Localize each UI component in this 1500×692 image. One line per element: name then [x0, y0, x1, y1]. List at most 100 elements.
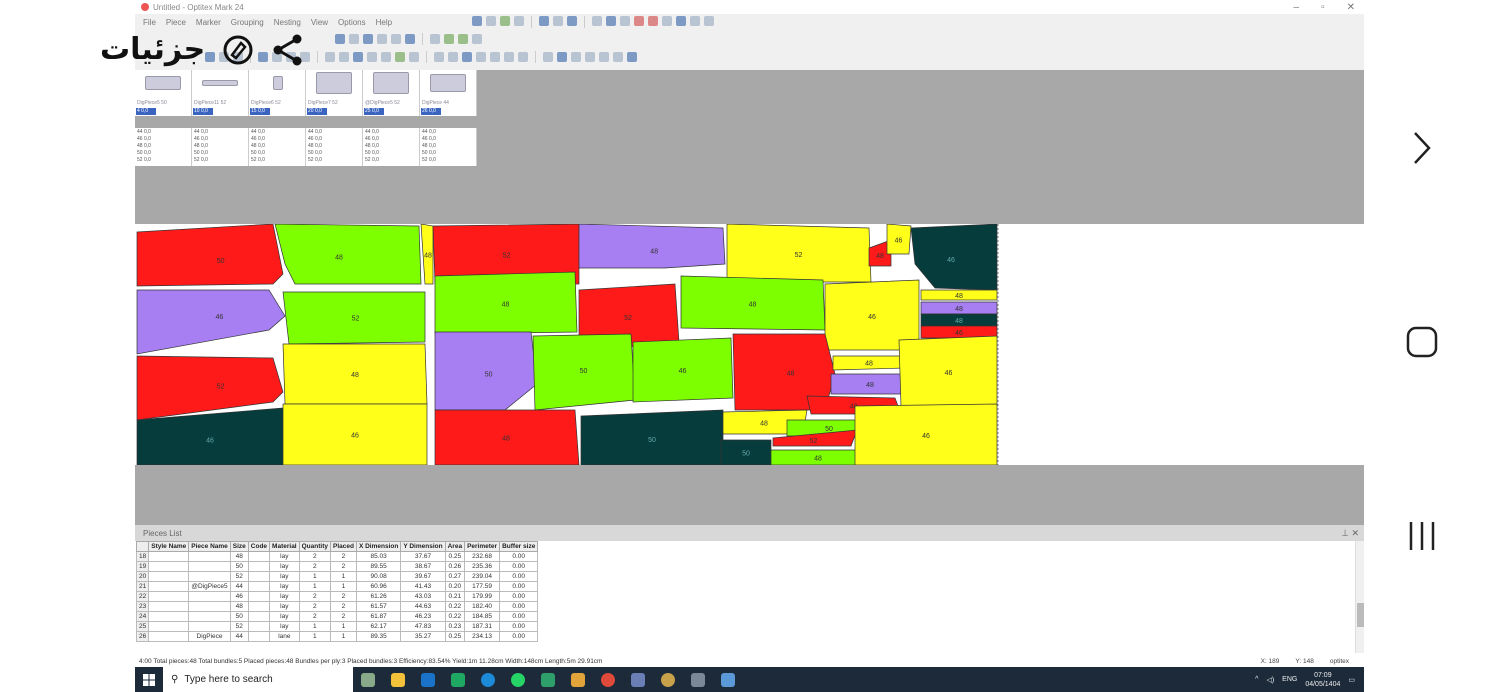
- toolbar-button[interactable]: [349, 34, 359, 44]
- chevron-right-icon[interactable]: [1402, 128, 1442, 168]
- toolbar-button[interactable]: [409, 52, 419, 62]
- minimize-icon[interactable]: –: [1294, 2, 1300, 13]
- column-header[interactable]: Area: [444, 541, 466, 552]
- column-header[interactable]: Material: [269, 541, 300, 552]
- piece-thumbnail[interactable]: DigPiece7 52 20 0,0: [306, 70, 363, 116]
- size-column[interactable]: 44 0,0 46 0,0 48 0,0 50 0,0 52 0,0: [306, 128, 363, 166]
- table-row[interactable]: 24 50 lay 2 2 61.87 46.23 0.22 184.85 0.00: [135, 611, 539, 622]
- toolbar-button[interactable]: [606, 16, 617, 26]
- size-column[interactable]: 44 0,0 46 0,0 48 0,0 50 0,0 52 0,0: [135, 128, 192, 166]
- column-header[interactable]: Placed: [330, 541, 357, 552]
- table-row[interactable]: 26 DigPiece 44 lane 1 1 89.35 35.27 0.25 234.13 0.…: [135, 631, 539, 642]
- piece-thumbnail[interactable]: DigPiece6 52 15 0,0: [249, 70, 306, 116]
- toolbar-button[interactable]: [543, 52, 553, 62]
- toolbar-button[interactable]: [363, 34, 373, 44]
- column-header[interactable]: Quantity: [298, 541, 332, 552]
- excel-icon[interactable]: [451, 672, 465, 687]
- toolbar-button[interactable]: [486, 16, 497, 26]
- home-icon[interactable]: [1402, 322, 1442, 362]
- whatsapp-icon[interactable]: [511, 672, 525, 687]
- toolbar-button[interactable]: [690, 16, 701, 26]
- app-icon-blue[interactable]: [721, 672, 735, 687]
- toolbar-button[interactable]: [448, 52, 458, 62]
- menu-file[interactable]: File: [143, 18, 156, 27]
- chrome-icon[interactable]: [601, 672, 615, 687]
- toolbar-button[interactable]: [353, 52, 363, 62]
- column-header[interactable]: Y Dimension: [400, 541, 446, 552]
- size-column[interactable]: 44 0,0 46 0,0 48 0,0 50 0,0 52 0,0: [249, 128, 306, 166]
- taskbar-search[interactable]: ⚲ Type here to search: [163, 667, 353, 692]
- toolbar-button[interactable]: [648, 16, 659, 26]
- table-row[interactable]: 18 48 lay 2 2 85.03 37.67 0.25 232.68 0.00: [135, 551, 539, 562]
- toolbar-button[interactable]: [539, 16, 550, 26]
- toolbar-button[interactable]: [335, 34, 345, 44]
- table-row[interactable]: 23 48 lay 2 2 61.57 44.63 0.22 182.40 0.00: [135, 601, 539, 612]
- optitex-taskbar-icon[interactable]: [631, 672, 645, 687]
- toolbar-button[interactable]: [405, 34, 415, 44]
- calculator-icon[interactable]: [691, 672, 705, 687]
- piece-thumbnail[interactable]: DigPiece11 52 10 0,0: [192, 70, 249, 116]
- toolbar-button[interactable]: [599, 52, 609, 62]
- toolbar-button[interactable]: [585, 52, 595, 62]
- size-column[interactable]: 44 0,0 46 0,0 48 0,0 50 0,0 52 0,0: [420, 128, 477, 166]
- toolbar-button[interactable]: [325, 52, 335, 62]
- toolbar-button[interactable]: [514, 16, 525, 26]
- toolbar-button[interactable]: [391, 34, 401, 44]
- column-header[interactable]: Code: [247, 541, 271, 552]
- table-row[interactable]: 22 46 lay 2 2 61.26 43.03 0.21 179.99 0.00: [135, 591, 539, 602]
- edit-badge-icon[interactable]: [221, 33, 255, 67]
- toolbar-button[interactable]: [634, 16, 645, 26]
- menu-grouping[interactable]: Grouping: [231, 18, 264, 27]
- menu-view[interactable]: View: [311, 18, 328, 27]
- toolbar-button[interactable]: [620, 16, 631, 26]
- toolbar-button[interactable]: [557, 52, 567, 62]
- toolbar-button[interactable]: [613, 52, 623, 62]
- volume-icon[interactable]: ◁): [1266, 676, 1274, 684]
- marker-piece-5[interactable]: [578, 224, 726, 269]
- app-icon-green[interactable]: [541, 672, 555, 687]
- chevron-up-icon[interactable]: ^: [1255, 676, 1258, 683]
- pin-icon[interactable]: ⊥: [1341, 528, 1349, 538]
- column-header[interactable]: X Dimension: [355, 541, 402, 552]
- toolbar-button[interactable]: [458, 34, 468, 44]
- toolbar-button[interactable]: [567, 16, 578, 26]
- piece-thumbnail[interactable]: DigPiece 44 26 0,0: [420, 70, 477, 116]
- menu-marker[interactable]: Marker: [196, 18, 221, 27]
- table-row[interactable]: 25 52 lay 1 1 62.17 47.83 0.23 187.31 0.00: [135, 621, 539, 632]
- maximize-icon[interactable]: ▫: [1321, 2, 1325, 13]
- toolbar-button[interactable]: [434, 52, 444, 62]
- toolbar-button[interactable]: [395, 52, 405, 62]
- toolbar-button[interactable]: [518, 52, 528, 62]
- size-column[interactable]: 44 0,0 46 0,0 48 0,0 50 0,0 52 0,0: [192, 128, 249, 166]
- folder-icon[interactable]: [571, 672, 585, 687]
- outlook-icon[interactable]: [421, 672, 435, 687]
- menu-options[interactable]: Options: [338, 18, 366, 27]
- piece-thumbnail[interactable]: @DigPiece5 52 25 0,0: [363, 70, 420, 116]
- start-button[interactable]: [135, 667, 163, 692]
- toolbar-button[interactable]: [339, 52, 349, 62]
- panel-close-icon[interactable]: ✕: [1351, 528, 1359, 538]
- column-header[interactable]: Buffer size: [499, 541, 539, 552]
- share-icon[interactable]: [271, 33, 305, 67]
- toolbar-button[interactable]: [430, 34, 440, 44]
- language-indicator[interactable]: ENG: [1282, 676, 1297, 683]
- toolbar-button[interactable]: [381, 52, 391, 62]
- table-row[interactable]: 21 @DigPiece5 44 lay 1 1 60.96 41.43 0.20 177.59 0…: [135, 581, 539, 592]
- toolbar-button[interactable]: [571, 52, 581, 62]
- recent-apps-icon[interactable]: [1402, 516, 1442, 556]
- menu-help[interactable]: Help: [376, 18, 392, 27]
- toolbar-button[interactable]: [444, 34, 454, 44]
- column-header[interactable]: Perimeter: [464, 541, 501, 552]
- edge-icon[interactable]: [481, 672, 495, 687]
- marker-canvas[interactable]: 50 48 48 52 48 52 48 46 46 46 52 48 52 48 46 48 48 48 46 52…: [135, 224, 1365, 465]
- app-icon-gold[interactable]: [661, 672, 675, 687]
- marker-piece-10[interactable]: [136, 289, 286, 355]
- size-column[interactable]: 44 0,0 46 0,0 48 0,0 50 0,0 52 0,0: [363, 128, 420, 166]
- toolbar-button[interactable]: [462, 52, 472, 62]
- clock[interactable]: 07:09 04/05/1404: [1305, 671, 1340, 689]
- marker-piece-1[interactable]: [136, 224, 284, 287]
- marker-svg[interactable]: 50 48 48 52 48 52 48 46 46 46 52 48 52 48 46 48 48 48 46 52…: [135, 224, 1365, 465]
- toolbar-button[interactable]: [504, 52, 514, 62]
- marker-piece-2[interactable]: [274, 224, 422, 285]
- task-view-icon[interactable]: [361, 672, 375, 687]
